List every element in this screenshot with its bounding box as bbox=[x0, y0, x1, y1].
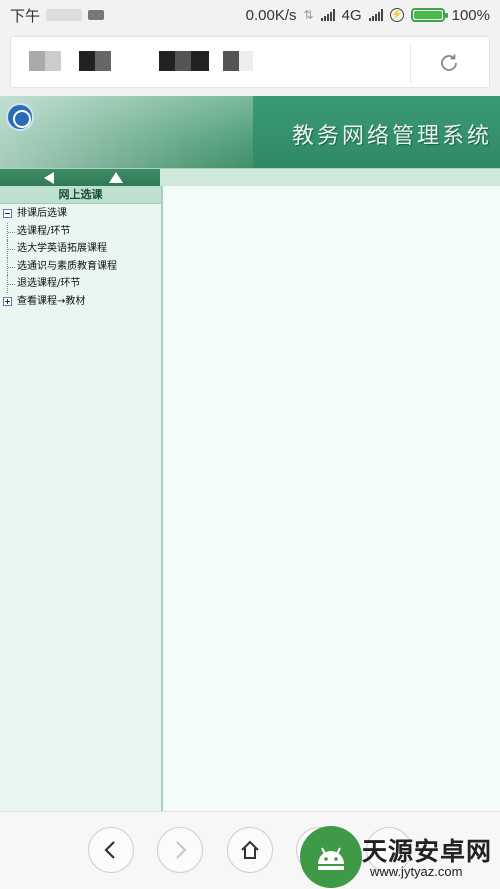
address-bar[interactable] bbox=[10, 36, 490, 88]
menu-tree: 排课后选课 选课程/环节 选大学英语拓展课程 选通识与素质教育课程 退选课程/环… bbox=[0, 204, 161, 310]
status-bar: 下午 0.00K/s ⇅ 4G ⚡ 100% bbox=[0, 0, 500, 30]
watermark-name: 天源安卓网 bbox=[362, 837, 493, 866]
sidebar-menu: 网上选课 排课后选课 选课程/环节 选大学英语拓展课程 选通识与素质教育课程 退… bbox=[0, 186, 163, 811]
tree-item-english-extension[interactable]: 选大学英语拓展课程 bbox=[0, 240, 161, 258]
tree-item-withdraw-course[interactable]: 退选课程/环节 bbox=[0, 275, 161, 293]
blurred-time-digits bbox=[46, 9, 83, 21]
tree-item-select-course[interactable]: 选课程/环节 bbox=[0, 222, 161, 241]
url-blurred bbox=[29, 51, 253, 73]
collapse-up-icon[interactable] bbox=[109, 172, 123, 183]
tree-group-label: 查看课程→教材 bbox=[17, 295, 86, 307]
android-logo-icon bbox=[300, 826, 362, 888]
tree-item-label: 选通识与素质教育课程 bbox=[17, 260, 117, 272]
home-icon bbox=[241, 840, 259, 859]
charging-icon: ⚡ bbox=[389, 8, 404, 22]
tree-item-general-education[interactable]: 选通识与素质教育课程 bbox=[0, 257, 161, 276]
back-button[interactable] bbox=[88, 827, 134, 873]
signal-icon bbox=[320, 9, 335, 21]
expand-plus-icon[interactable] bbox=[3, 296, 12, 306]
tree-item-label: 选大学英语拓展课程 bbox=[17, 243, 107, 254]
tree-group-label: 排课后选课 bbox=[17, 208, 67, 219]
tree-item-label: 选课程/环节 bbox=[17, 225, 71, 237]
forward-button[interactable] bbox=[157, 827, 203, 873]
tree-group-view-textbooks[interactable]: 查看课程→教材 bbox=[0, 293, 161, 311]
system-title: 教务网络管理系统 bbox=[291, 124, 492, 149]
signal-icon-2 bbox=[368, 9, 383, 21]
data-transfer-icon: ⇅ bbox=[303, 8, 314, 22]
browser-toolbar bbox=[0, 30, 500, 96]
site-banner: 教务网络管理系统 bbox=[0, 96, 500, 168]
network-speed: 0.00K/s bbox=[245, 6, 297, 24]
battery-icon bbox=[410, 8, 448, 22]
school-logo-icon bbox=[6, 103, 34, 131]
battery-percent: 100% bbox=[451, 6, 490, 24]
collapse-minus-icon[interactable] bbox=[3, 209, 12, 218]
network-type: 4G bbox=[341, 6, 362, 24]
status-time: 下午 bbox=[10, 7, 41, 25]
cloud-icon bbox=[88, 10, 105, 20]
collapse-left-icon[interactable] bbox=[44, 172, 54, 184]
chevron-left-icon bbox=[104, 841, 115, 859]
home-button[interactable] bbox=[227, 827, 273, 873]
frame-toggle-bar bbox=[0, 168, 500, 187]
watermark-url: www.jytyaz.com bbox=[370, 864, 463, 879]
chevron-right-icon bbox=[176, 841, 187, 859]
reload-icon[interactable] bbox=[437, 51, 461, 75]
main-content-frame bbox=[165, 186, 500, 811]
watermark: 天源安卓网 www.jytyaz.com bbox=[300, 826, 500, 888]
tree-item-label: 退选课程/环节 bbox=[17, 278, 81, 289]
tree-group-after-scheduling[interactable]: 排课后选课 bbox=[0, 205, 161, 223]
panel-title: 网上选课 bbox=[0, 186, 161, 204]
